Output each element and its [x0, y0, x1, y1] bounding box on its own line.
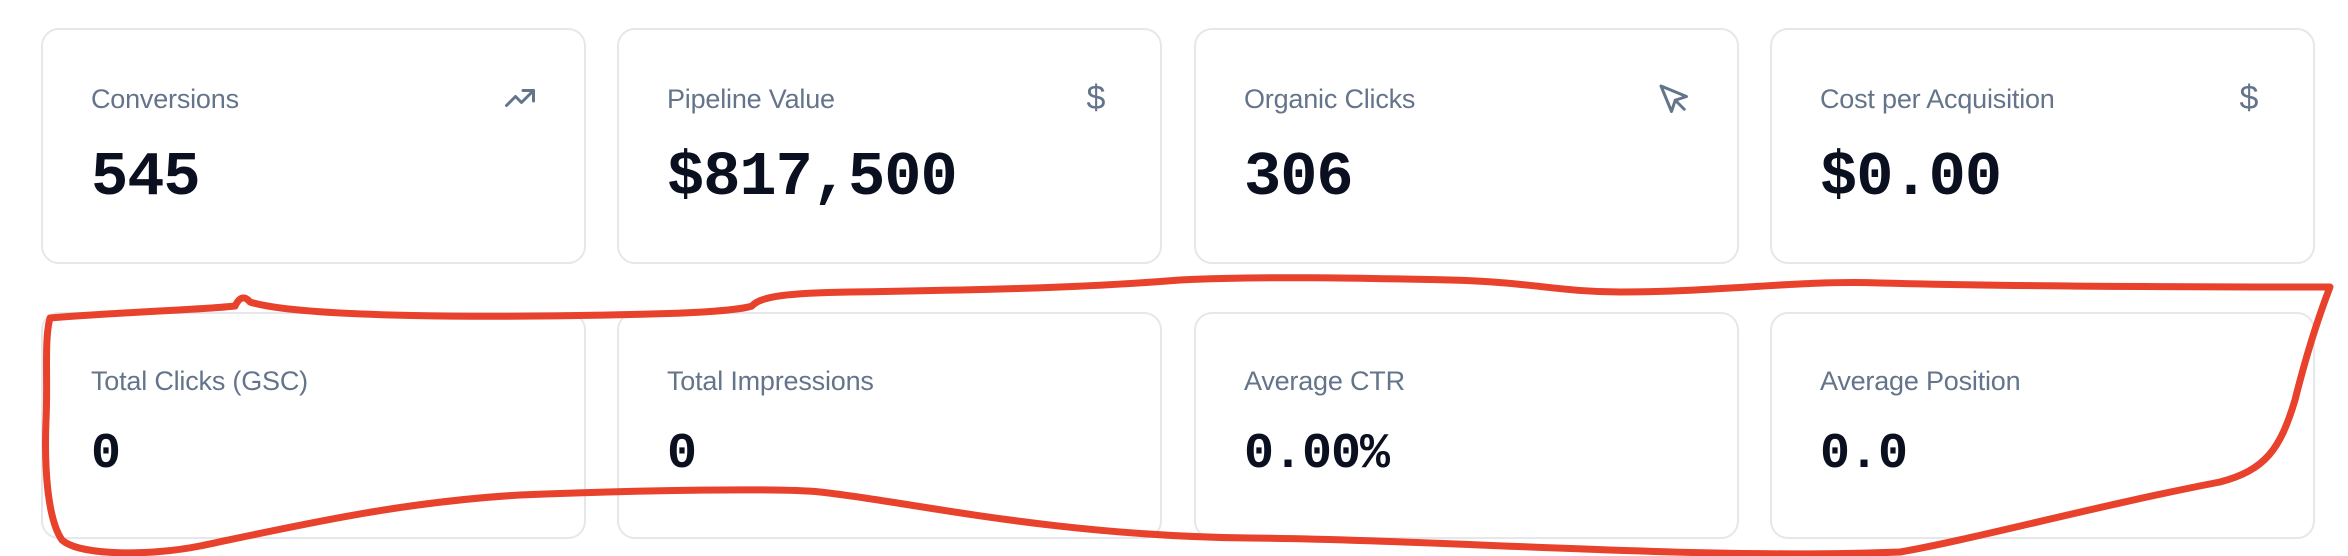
metric-label: Conversions — [91, 84, 239, 114]
metric-label: Average CTR — [1244, 366, 1405, 396]
metric-value: 0.0 — [1820, 426, 1908, 483]
metric-card-conversions: Conversions 545 — [41, 28, 586, 264]
metric-label: Pipeline Value — [667, 84, 835, 114]
trending-up-icon — [502, 80, 538, 116]
metric-value: $817,500 — [667, 142, 958, 213]
metric-label: Organic Clicks — [1244, 84, 1416, 114]
metric-value: 0 — [91, 426, 121, 483]
metric-value: 545 — [91, 142, 201, 213]
metric-card-pipeline-value: Pipeline Value $ $817,500 — [617, 28, 1162, 264]
metric-card-organic-clicks: Organic Clicks 306 — [1194, 28, 1739, 264]
metric-card-average-position: Average Position 0.0 — [1770, 312, 2315, 539]
metric-value: 306 — [1244, 142, 1354, 213]
metric-value: $0.00 — [1820, 142, 2002, 213]
metric-label: Average Position — [1820, 366, 2021, 396]
metric-label: Total Clicks (GSC) — [91, 366, 308, 396]
metric-card-average-ctr: Average CTR 0.00% — [1194, 312, 1739, 539]
cursor-pointer-icon — [1655, 80, 1691, 116]
metric-value: 0.00% — [1244, 426, 1390, 483]
metric-value: 0 — [667, 426, 697, 483]
metric-label: Total Impressions — [667, 366, 874, 396]
metric-card-total-impressions: Total Impressions 0 — [617, 312, 1162, 539]
metric-card-total-clicks-gsc: Total Clicks (GSC) 0 — [41, 312, 586, 539]
metric-label: Cost per Acquisition — [1820, 84, 2055, 114]
dollar-icon: $ — [2239, 79, 2259, 117]
dollar-icon: $ — [1086, 79, 1106, 117]
metric-card-cost-per-acquisition: Cost per Acquisition $ $0.00 — [1770, 28, 2315, 264]
